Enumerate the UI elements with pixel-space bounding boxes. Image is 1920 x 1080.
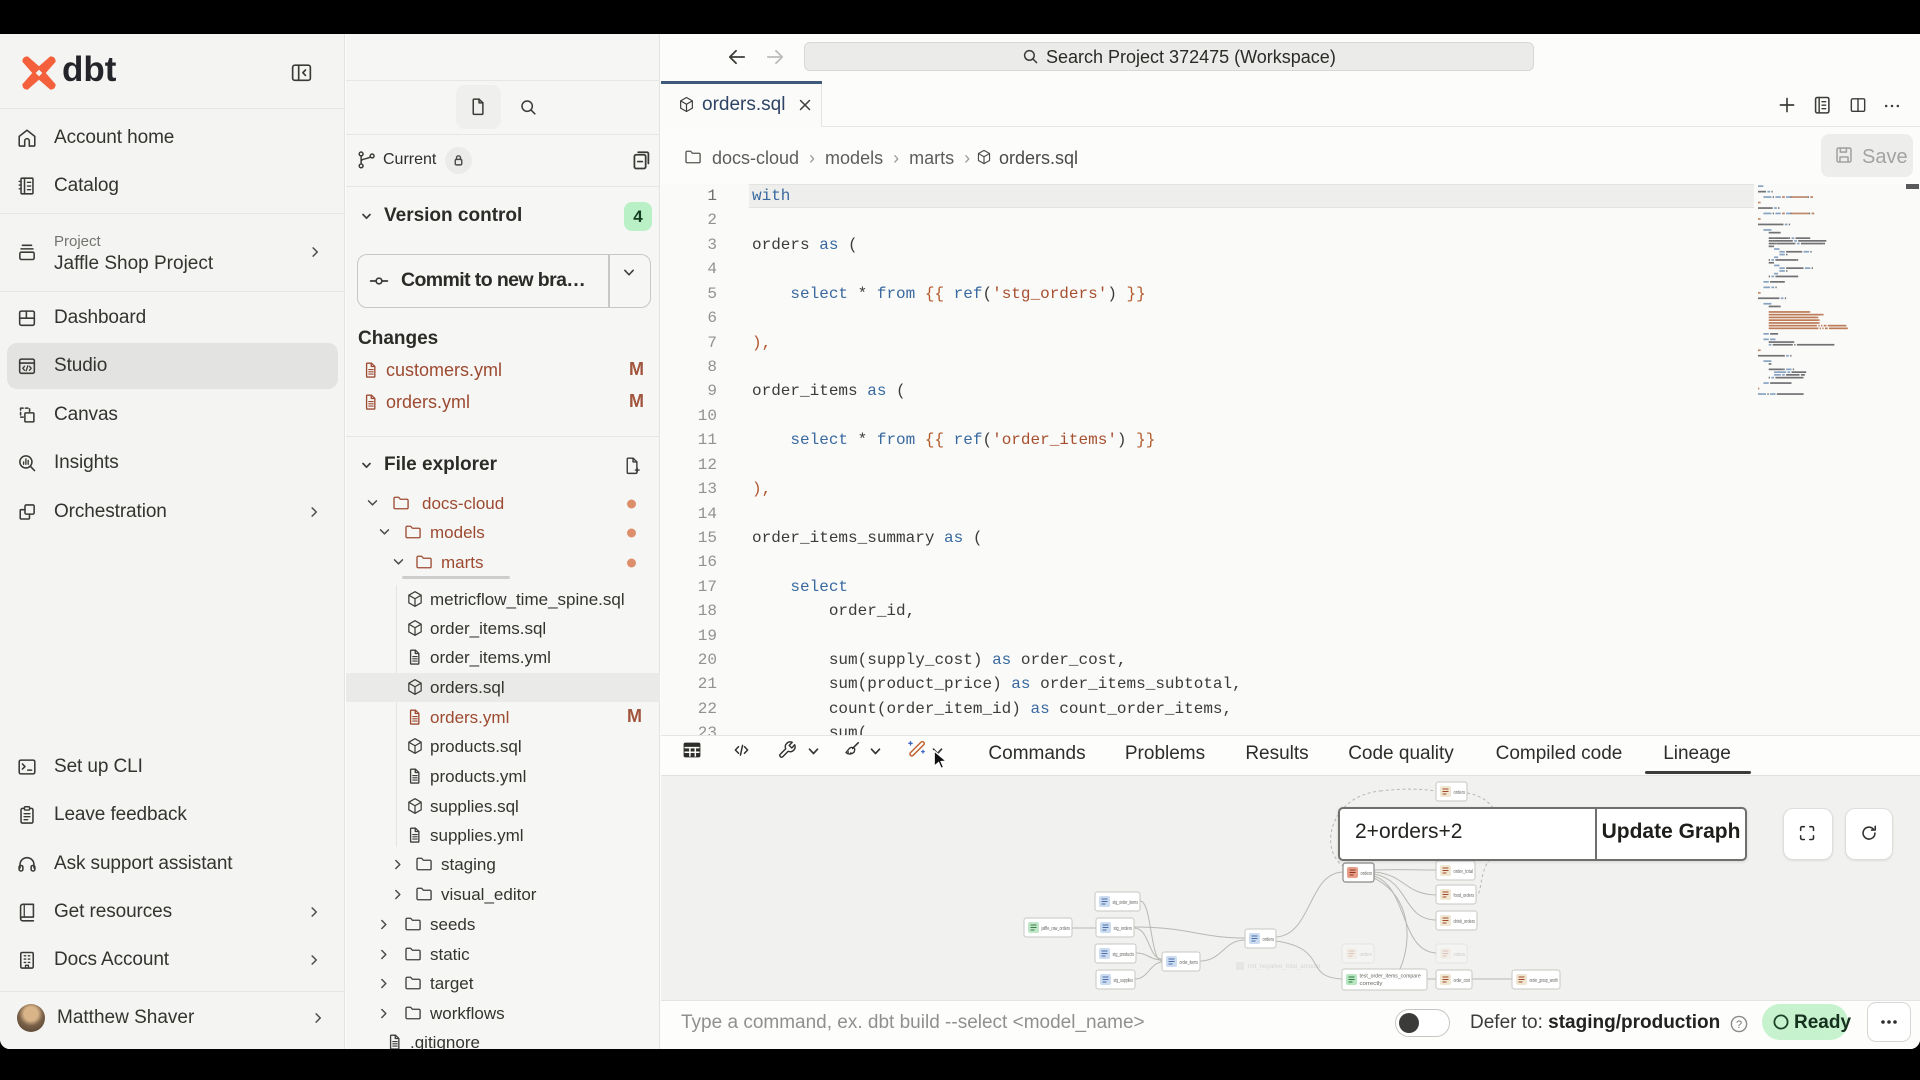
svg-text:order_cost: order_cost xyxy=(1454,978,1471,984)
svg-text:drink_orders: drink_orders xyxy=(1454,919,1476,925)
svg-text:order_total: order_total xyxy=(1454,869,1474,875)
svg-text:stg_orders: stg_orders xyxy=(1114,926,1133,932)
svg-text:not_negative_total_amount: not_negative_total_amount xyxy=(1248,964,1321,970)
svg-text:order_items: order_items xyxy=(1180,960,1199,966)
svg-text:stg_order_items: stg_order_items xyxy=(1113,900,1139,906)
svg-text:food_orders: food_orders xyxy=(1454,893,1475,899)
svg-text:orders: orders xyxy=(1454,952,1466,958)
svg-text:?: ? xyxy=(1736,1019,1742,1031)
svg-text:orders: orders xyxy=(1361,871,1373,877)
svg-text:orders: orders xyxy=(1454,790,1466,796)
svg-text:jaffle_raw_orders: jaffle_raw_orders xyxy=(1041,926,1071,932)
svg-text:test_order_items_compare: test_order_items_compare xyxy=(1360,974,1421,980)
svg-text:stg_products: stg_products xyxy=(1113,952,1135,958)
svg-text:correctly: correctly xyxy=(1360,981,1383,987)
svg-text:orders: orders xyxy=(1263,937,1275,943)
svg-text:orders: orders xyxy=(1360,952,1373,958)
svg-text:stg_supplies: stg_supplies xyxy=(1114,978,1134,984)
svg-text:order_group_worth: order_group_worth xyxy=(1530,978,1559,984)
